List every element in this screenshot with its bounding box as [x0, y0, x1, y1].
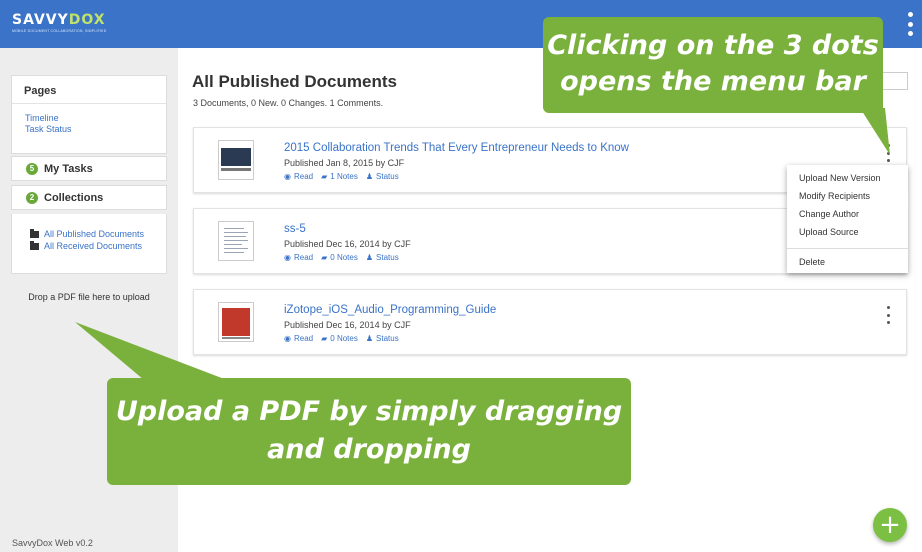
- callout-line: and dropping: [267, 434, 471, 465]
- collections-label: Collections: [44, 191, 104, 204]
- status-link[interactable]: ♟ Status: [366, 253, 399, 262]
- callout-line: Clicking on the 3 dots: [547, 30, 879, 61]
- savvydox-logo[interactable]: SAVVYDOX MOBILE DOCUMENT COLLABORATION, …: [12, 12, 106, 33]
- document-menu-dots-icon[interactable]: [884, 306, 892, 324]
- comment-icon: ▰: [321, 253, 328, 262]
- read-link[interactable]: ◉ Read: [284, 334, 313, 343]
- pdf-drop-zone-text[interactable]: Drop a PDF file here to upload: [0, 292, 178, 302]
- menu-upload-new-version[interactable]: Upload New Version: [787, 172, 908, 190]
- document-meta: Published Dec 16, 2014 by CJF: [284, 320, 411, 330]
- document-meta: Published Dec 16, 2014 by CJF: [284, 239, 411, 249]
- page-summary: 3 Documents, 0 New. 0 Changes. 1 Comment…: [193, 98, 384, 108]
- document-context-menu: Upload New Version Modify Recipients Cha…: [787, 165, 908, 273]
- eye-icon: ◉: [284, 253, 291, 262]
- folder-icon: [30, 228, 39, 238]
- app-menu-vertical-dots-icon[interactable]: [904, 10, 916, 38]
- read-link[interactable]: ◉ Read: [284, 253, 313, 262]
- my-tasks-panel[interactable]: 5 My Tasks: [11, 156, 167, 181]
- status-link[interactable]: ♟ Status: [366, 334, 399, 343]
- collection-all-published[interactable]: All Published Documents: [12, 228, 166, 240]
- document-actions: ◉ Read ▰ 1 Notes ♟ Status: [284, 172, 407, 181]
- callout-line: Upload a PDF by simply dragging: [115, 396, 623, 427]
- document-title[interactable]: iZotope_iOS_Audio_Programming_Guide: [284, 304, 496, 316]
- read-link[interactable]: ◉ Read: [284, 172, 313, 181]
- document-thumbnail[interactable]: [218, 140, 254, 180]
- menu-modify-recipients[interactable]: Modify Recipients: [787, 190, 908, 208]
- people-icon: ♟: [365, 253, 374, 262]
- document-thumbnail[interactable]: [218, 302, 254, 342]
- callout-line: opens the menu bar: [560, 66, 866, 97]
- pages-heading: Pages: [12, 76, 166, 104]
- document-actions: ◉ Read ▰ 0 Notes ♟ Status: [284, 334, 407, 343]
- document-card[interactable]: iZotope_iOS_Audio_Programming_Guide Publ…: [193, 289, 907, 355]
- logo-tagline: MOBILE DOCUMENT COLLABORATION, SIMPLIFIE…: [12, 29, 107, 33]
- collection-all-received[interactable]: All Received Documents: [12, 240, 166, 252]
- tutorial-callout-upload: Upload a PDF by simply dragging and drop…: [107, 378, 631, 485]
- collections-panel[interactable]: 2 Collections: [11, 185, 167, 210]
- document-menu-dots-icon[interactable]: [884, 144, 892, 162]
- menu-divider: [787, 248, 908, 249]
- comment-icon: ▰: [321, 172, 328, 181]
- sidebar-link-task-status[interactable]: Task Status: [12, 124, 166, 135]
- my-tasks-count-badge: 5: [26, 162, 38, 175]
- eye-icon: ◉: [284, 334, 291, 343]
- page-title: All Published Documents: [192, 72, 397, 91]
- tutorial-callout-menu: Clicking on the 3 dots opens the menu ba…: [543, 17, 883, 113]
- menu-change-author[interactable]: Change Author: [787, 208, 908, 226]
- eye-icon: ◉: [284, 172, 291, 181]
- collections-count-badge: 2: [26, 191, 38, 204]
- people-icon: ♟: [365, 172, 374, 181]
- notes-link[interactable]: ▰ 1 Notes: [321, 172, 358, 181]
- document-title[interactable]: ss-5: [284, 223, 306, 235]
- my-tasks-label: My Tasks: [44, 162, 93, 175]
- people-icon: ♟: [365, 334, 374, 343]
- logo-wordmark: SAVVYDOX: [12, 12, 106, 28]
- app-version: SavvyDox Web v0.2: [12, 538, 93, 548]
- collections-list: All Published Documents All Received Doc…: [11, 214, 167, 274]
- collection-label: All Received Documents: [44, 241, 143, 251]
- document-title[interactable]: 2015 Collaboration Trends That Every Ent…: [284, 142, 629, 154]
- notes-link[interactable]: ▰ 0 Notes: [321, 253, 358, 262]
- menu-upload-source[interactable]: Upload Source: [787, 226, 908, 244]
- document-meta: Published Jan 8, 2015 by CJF: [284, 158, 405, 168]
- document-actions: ◉ Read ▰ 0 Notes ♟ Status: [284, 253, 407, 262]
- collection-label: All Published Documents: [44, 229, 145, 239]
- comment-icon: ▰: [321, 334, 328, 343]
- status-link[interactable]: ♟ Status: [366, 172, 399, 181]
- pages-panel: Pages Timeline Task Status: [11, 75, 167, 154]
- add-document-button[interactable]: +: [873, 508, 907, 542]
- notes-link[interactable]: ▰ 0 Notes: [321, 334, 358, 343]
- sidebar-link-timeline[interactable]: Timeline: [12, 113, 166, 124]
- folder-icon: [30, 240, 39, 250]
- document-thumbnail[interactable]: [218, 221, 254, 261]
- menu-delete[interactable]: Delete: [787, 256, 908, 274]
